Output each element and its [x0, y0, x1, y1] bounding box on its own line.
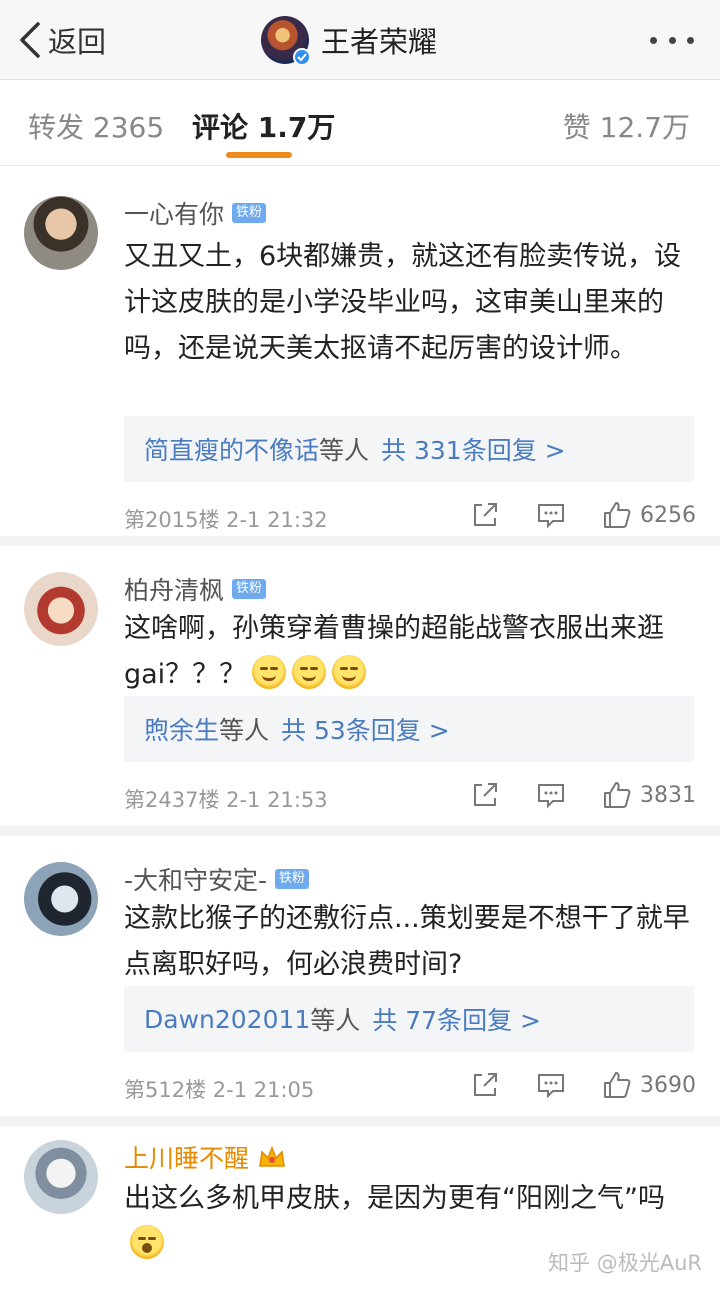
comment-item: 一心有你 铁粉 又丑又土，6块都嫌贵，就这还有脸卖传说，设计这皮肤的是小学没毕业…: [0, 166, 720, 546]
fan-badge: 铁粉: [232, 203, 267, 223]
comment-meta: 第2015楼 2-1 21:32: [124, 508, 328, 532]
more-options-button[interactable]: [650, 28, 694, 52]
comment-item: -大和守安定- 铁粉 这款比猴子的还敷衍点...策划要是不想干了就早点离职好吗，…: [0, 836, 720, 1126]
reply-connector: 等人: [310, 1006, 361, 1035]
comment-actions: 3831: [470, 780, 696, 810]
like-button[interactable]: 3690: [602, 1070, 696, 1100]
reply-connector: 等人: [319, 436, 370, 465]
reply-users: 煦余生: [144, 716, 220, 745]
comment-item: 柏舟清枫 铁粉 这啥啊，孙策穿着曹操的超能战警衣服出来逛gai？？？ 煦余生 等…: [0, 546, 720, 836]
comment-author[interactable]: 柏舟清枫: [124, 571, 224, 607]
comment-author-row: 上川睡不醒: [124, 1140, 287, 1174]
share-icon: [474, 503, 497, 526]
reply-button[interactable]: [536, 780, 566, 810]
replies-summary[interactable]: Dawn202011 等人 共 77条回复 >: [124, 986, 694, 1052]
sleepy-emoji-icon: [252, 655, 287, 689]
like-button[interactable]: 3831: [602, 780, 696, 810]
like-count: 3690: [640, 1072, 696, 1098]
tab-likes[interactable]: 赞 12.7万: [563, 106, 690, 146]
comment-author-row: 柏舟清枫 铁粉: [124, 571, 267, 607]
comment-author[interactable]: -大和守安定-: [124, 861, 267, 897]
avatar[interactable]: [24, 862, 98, 936]
share-button[interactable]: [470, 500, 500, 530]
replies-summary[interactable]: 煦余生 等人 共 53条回复 >: [124, 696, 694, 762]
account-avatar[interactable]: [261, 16, 311, 66]
share-icon: [474, 1073, 497, 1096]
comment-author-row: 一心有你 铁粉: [124, 195, 267, 231]
back-label: 返回: [48, 25, 107, 59]
reply-connector: 等人: [219, 716, 270, 745]
page-title-group[interactable]: 王者荣耀: [261, 16, 438, 66]
reply-count: 共 53条回复 >: [281, 716, 450, 745]
comment-text: 又丑又土，6块都嫌贵，就这还有脸卖传说，设计这皮肤的是小学没毕业吗，这审美山里来…: [124, 241, 682, 364]
comment-text-body: 出这么多机甲皮肤，是因为更有“阳刚之气”吗: [124, 1183, 665, 1214]
share-button[interactable]: [470, 780, 500, 810]
fan-badge: 铁粉: [232, 579, 267, 599]
sleepy-emoji-icon: [292, 655, 327, 689]
reply-users: 简直瘦的不像话: [144, 436, 320, 465]
like-count: 6256: [640, 502, 696, 528]
thumbs-up-icon: [604, 502, 631, 528]
active-tab-indicator: [226, 152, 292, 158]
thumbs-up-icon: [604, 782, 631, 808]
reply-users: Dawn202011: [144, 1004, 311, 1034]
reply-count: 共 77条回复 >: [372, 1006, 541, 1035]
tab-bar: 转发 2365 评论 1.7万 赞 12.7万: [0, 80, 720, 166]
reply-button[interactable]: [536, 1070, 566, 1100]
top-nav-bar: 返回 王者荣耀: [0, 0, 720, 80]
more-dots-icon: [650, 36, 657, 44]
comment-author-row: -大和守安定- 铁粉: [124, 861, 310, 897]
tab-comments[interactable]: 评论 1.7万: [192, 106, 335, 146]
like-button[interactable]: 6256: [602, 500, 696, 530]
comment-author[interactable]: 一心有你: [124, 195, 224, 231]
reply-button[interactable]: [536, 500, 566, 530]
verified-icon: [293, 48, 311, 66]
thumbs-up-icon: [604, 1072, 631, 1098]
sleepy-emoji-icon: [332, 655, 367, 689]
like-count: 3831: [640, 782, 696, 808]
back-button[interactable]: 返回: [18, 18, 106, 62]
comment-meta: 第512楼 2-1 21:05: [124, 1078, 315, 1102]
comment-text-body: 这啥啊，孙策穿着曹操的超能战警衣服出来逛gai？？？: [124, 613, 664, 690]
page-title: 王者荣耀: [321, 25, 438, 59]
comment-text: 这款比猴子的还敷衍点...策划要是不想干了就早点离职好吗，何必浪费时间?: [124, 903, 690, 980]
fan-badge: 铁粉: [275, 869, 310, 889]
watermark: 知乎 @极光AuR: [548, 1251, 702, 1275]
reply-count: 共 331条回复 >: [381, 436, 566, 465]
chevron-left-icon: [20, 22, 40, 58]
crown-icon: [259, 1145, 285, 1167]
share-icon: [474, 783, 497, 806]
comment-icon: [538, 1074, 564, 1099]
comment-meta: 第2437楼 2-1 21:53: [124, 788, 328, 812]
replies-summary[interactable]: 简直瘦的不像话 等人 共 331条回复 >: [124, 416, 694, 482]
comment-icon: [538, 784, 564, 809]
comment-actions: 6256: [470, 500, 696, 530]
avatar[interactable]: [24, 196, 98, 270]
avatar[interactable]: [24, 1140, 98, 1214]
comment-icon: [538, 504, 564, 529]
comment-text: 这啥啊，孙策穿着曹操的超能战警衣服出来逛gai？？？: [124, 606, 694, 698]
surprised-emoji-icon: [130, 1225, 164, 1259]
comment-author[interactable]: 上川睡不醒: [124, 1139, 249, 1175]
avatar[interactable]: [24, 572, 98, 646]
comment-list: 一心有你 铁粉 又丑又土，6块都嫌贵，就这还有脸卖传说，设计这皮肤的是小学没毕业…: [0, 166, 720, 1286]
comment-actions: 3690: [470, 1070, 696, 1100]
share-button[interactable]: [470, 1070, 500, 1100]
tab-reposts[interactable]: 转发 2365: [28, 106, 164, 146]
